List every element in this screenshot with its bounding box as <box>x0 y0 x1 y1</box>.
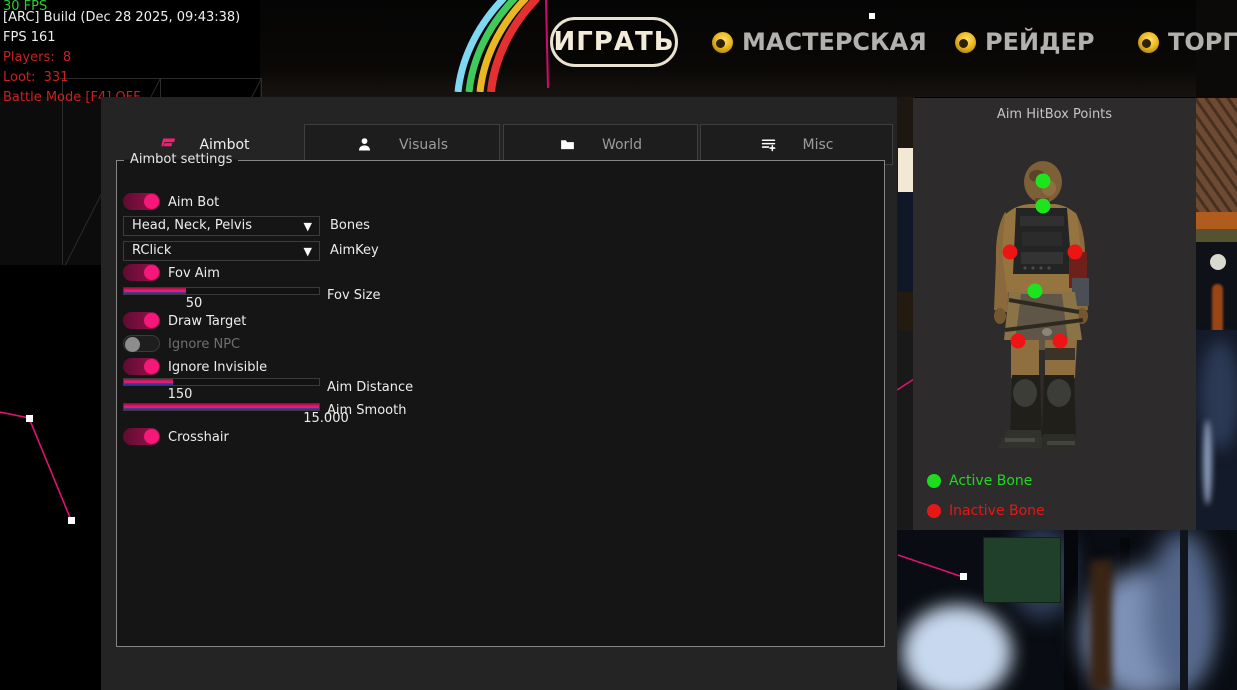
nav-label: ТОРГО <box>1168 28 1237 56</box>
loot-count: Loot: 331 <box>3 70 68 85</box>
aim-bot-toggle[interactable] <box>123 193 160 210</box>
bones-dropdown[interactable]: Head, Neck, Pelvis ▼ <box>123 216 320 236</box>
aimkey-dropdown-value: RClick <box>132 243 171 258</box>
tab-misc[interactable]: Misc <box>700 124 893 165</box>
legend-inactive-bone: Inactive Bone <box>927 503 1045 519</box>
ignore-npc-label: Ignore NPC <box>168 337 240 352</box>
exit-sign <box>983 537 1061 603</box>
tab-visuals[interactable]: Visuals <box>304 124 500 165</box>
fov-size-label: Fov Size <box>327 288 380 303</box>
tab-label: World <box>602 137 642 153</box>
coin-icon <box>712 32 733 53</box>
tab-label: Misc <box>803 137 834 153</box>
aim-bot-label: Aim Bot <box>168 195 219 210</box>
aim-smooth-label: Aim Smooth <box>327 403 406 418</box>
bone-point-right-elbow <box>1068 245 1083 260</box>
bone-point-left-thigh <box>1011 334 1026 349</box>
fov-aim-label: Fov Aim <box>168 266 220 281</box>
tab-label: Aimbot <box>199 137 249 153</box>
crosshair-toggle[interactable] <box>123 428 160 445</box>
bone-point-neck <box>1036 199 1051 214</box>
active-bone-dot <box>927 474 941 488</box>
bone-point-left-elbow <box>1003 245 1018 260</box>
bone-point-head <box>1036 174 1051 189</box>
legend-active-bone: Active Bone <box>927 473 1032 489</box>
aim-distance-label: Aim Distance <box>327 380 413 395</box>
cheat-menu-panel: Aimbot Visuals World <box>101 97 897 690</box>
players-count: Players: 8 <box>3 50 71 65</box>
fov-aim-toggle[interactable] <box>123 264 160 281</box>
fps-label: FPS 161 <box>3 30 56 45</box>
ignore-npc-toggle[interactable] <box>123 335 160 352</box>
bones-label: Bones <box>330 218 370 233</box>
inactive-bone-dot <box>927 504 941 518</box>
sliders-plus-icon <box>760 136 777 153</box>
aim-distance-slider[interactable] <box>123 378 320 386</box>
nav-label: РЕЙДЕР <box>985 28 1094 56</box>
build-info: [ARC] Build (Dec 28 2025, 09:43:38) <box>3 10 240 25</box>
chevron-down-icon: ▼ <box>304 218 312 236</box>
coin-icon <box>955 32 976 53</box>
aim-smooth-slider[interactable] <box>123 403 320 411</box>
inactive-bone-label: Inactive Bone <box>949 503 1045 519</box>
active-bone-label: Active Bone <box>949 473 1032 489</box>
flag-icon <box>160 136 177 153</box>
fov-size-slider-fill <box>124 288 186 294</box>
aim-smooth-slider-fill <box>124 404 319 410</box>
coin-icon <box>1138 32 1159 53</box>
tab-world[interactable]: World <box>503 124 698 165</box>
folder-icon <box>559 136 576 153</box>
fov-size-slider[interactable] <box>123 287 320 295</box>
ignore-invisible-label: Ignore Invisible <box>168 360 267 375</box>
play-button[interactable]: ИГРАТЬ <box>550 17 678 67</box>
aim-distance-slider-fill <box>124 379 173 385</box>
nav-label: МАСТЕРСКАЯ <box>742 28 927 56</box>
nav-item-trader[interactable]: ТОРГО <box>1138 28 1237 56</box>
aim-hitbox-panel: Aim HitBox Points <box>913 98 1196 530</box>
aimkey-label: AimKey <box>330 243 379 258</box>
background-structure <box>0 97 101 265</box>
chevron-down-icon: ▼ <box>304 243 312 261</box>
bone-point-pelvis <box>1028 284 1043 299</box>
nav-item-workshop[interactable]: МАСТЕРСКАЯ <box>712 28 927 56</box>
ignore-invisible-toggle[interactable] <box>123 358 160 375</box>
group-title: Aimbot settings <box>124 152 238 167</box>
aimkey-dropdown[interactable]: RClick ▼ <box>123 241 320 261</box>
person-icon <box>356 136 373 153</box>
fov-size-value: 50 <box>164 296 224 311</box>
crosshair-label: Crosshair <box>168 430 229 445</box>
bone-points-layer <box>913 98 1196 530</box>
draw-target-toggle[interactable] <box>123 312 160 329</box>
nav-item-raider[interactable]: РЕЙДЕР <box>955 28 1094 56</box>
scene-lower-right <box>897 530 1237 690</box>
tab-label: Visuals <box>399 137 448 153</box>
draw-target-label: Draw Target <box>168 314 246 329</box>
bone-point-right-thigh <box>1053 334 1068 349</box>
rainbow-stripes <box>430 0 545 92</box>
screen: 30 FPS [ARC] Build (Dec 28 2025, 09:43:3… <box>0 0 1237 690</box>
bones-dropdown-value: Head, Neck, Pelvis <box>132 218 252 233</box>
aim-distance-value: 150 <box>150 387 210 402</box>
